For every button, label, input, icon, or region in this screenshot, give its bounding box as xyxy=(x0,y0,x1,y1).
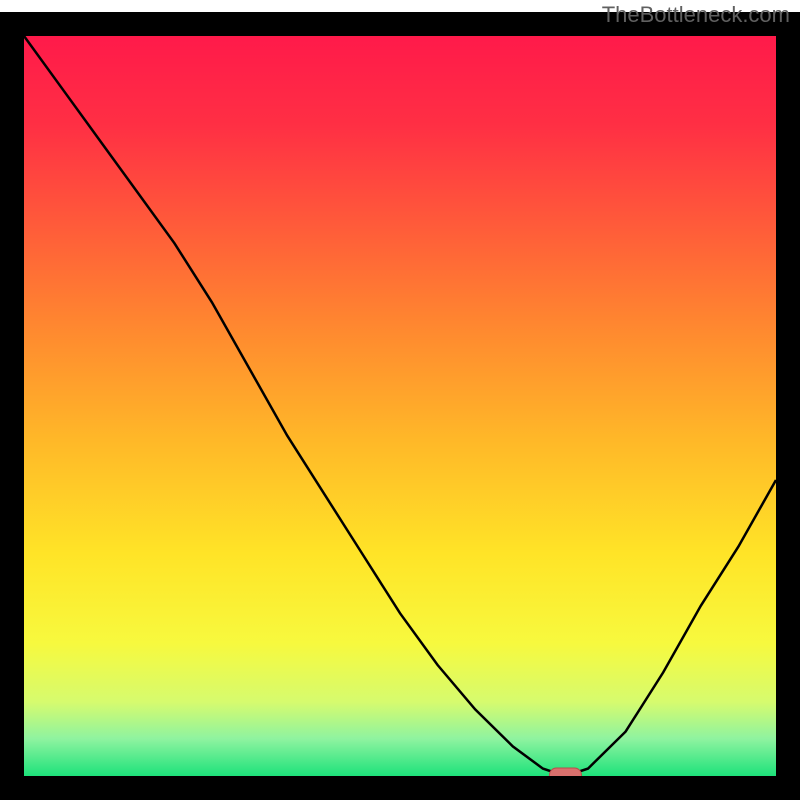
bottleneck-chart: TheBottleneck.com xyxy=(0,0,800,800)
chart-svg xyxy=(0,0,800,800)
plot-background xyxy=(24,36,776,776)
watermark-text: TheBottleneck.com xyxy=(602,2,790,28)
